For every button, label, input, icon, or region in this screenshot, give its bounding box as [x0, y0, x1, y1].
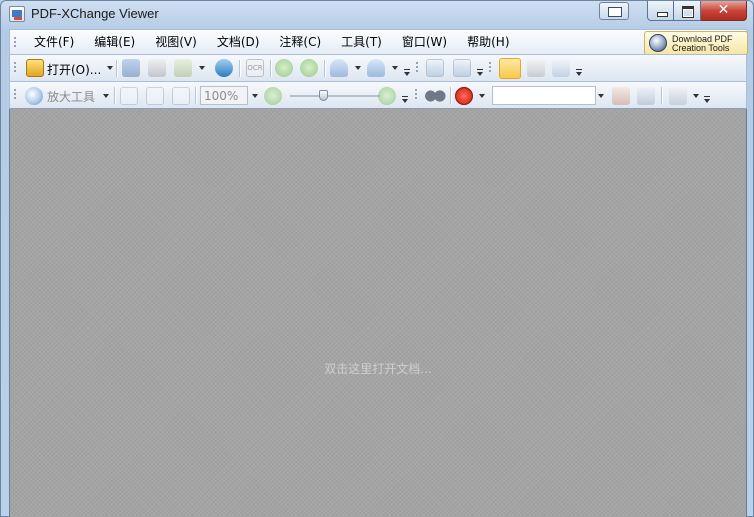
ocr-icon[interactable]: OCR	[246, 59, 264, 77]
print-icon[interactable]	[148, 59, 166, 77]
redo-dropdown-arrow[interactable]	[392, 66, 398, 70]
comment-tools-dropdown-arrow[interactable]	[693, 94, 699, 98]
export-icon[interactable]	[174, 59, 192, 77]
menu-view[interactable]: 视图(V)	[145, 30, 207, 54]
menu-file[interactable]: 文件(F)	[24, 30, 84, 54]
zoom-level-dropdown-arrow[interactable]	[252, 94, 258, 98]
download-pdf-tools-button[interactable]: Download PDF Creation Tools	[644, 31, 748, 55]
binoculars-icon[interactable]	[424, 87, 446, 105]
menu-edit[interactable]: 编辑(E)	[84, 30, 145, 54]
zoom-level-combo[interactable]: 100%	[200, 86, 248, 105]
toolbar-grip-3[interactable]	[488, 61, 492, 74]
secondary-toolbar: 放大工具 100%	[9, 81, 747, 109]
forward-icon[interactable]	[300, 59, 318, 77]
open-dropdown-arrow[interactable]	[107, 66, 113, 70]
menu-bar: 文件(F) 编辑(E) 视图(V) 文档(D) 注释(C) 工具(T) 窗口(W…	[9, 29, 748, 55]
select-text-icon[interactable]	[552, 59, 570, 77]
toolbar2-overflow-1[interactable]	[402, 96, 408, 103]
toolbar-grip[interactable]	[13, 61, 17, 74]
actual-size-icon[interactable]	[120, 87, 138, 105]
fit-width-icon[interactable]	[172, 87, 190, 105]
title-bar[interactable]: PDF-XChange Viewer ✕	[1, 1, 753, 27]
menu-document[interactable]: 文档(D)	[207, 30, 270, 54]
maximize-button[interactable]	[674, 1, 701, 21]
menubar-grip[interactable]	[13, 36, 17, 49]
save-icon[interactable]	[122, 59, 140, 77]
switch-window-icon[interactable]	[599, 2, 629, 20]
toolbar2-grip-2[interactable]	[414, 88, 418, 101]
menu-comments[interactable]: 注释(C)	[269, 30, 331, 54]
app-icon[interactable]	[9, 6, 25, 22]
toolbar2-overflow-2[interactable]	[704, 96, 710, 103]
toolbar-overflow-1[interactable]	[404, 69, 410, 76]
rotate-left-icon[interactable]	[426, 59, 444, 77]
close-icon: ✕	[717, 2, 730, 18]
export-dropdown-arrow[interactable]	[199, 66, 205, 70]
search-input[interactable]	[492, 86, 596, 105]
undo-dropdown-arrow[interactable]	[355, 66, 361, 70]
open-document-hint[interactable]: 双击这里打开文档...	[10, 360, 746, 377]
zoom-slider[interactable]	[290, 90, 380, 101]
menu-tools[interactable]: 工具(T)	[331, 30, 392, 54]
search-engine-dropdown-arrow[interactable]	[479, 94, 485, 98]
zoom-tool-dropdown-arrow[interactable]	[103, 94, 109, 98]
fit-page-icon[interactable]	[146, 87, 164, 105]
search-next-icon[interactable]	[637, 87, 655, 105]
rotate-right-icon[interactable]	[453, 59, 471, 77]
redo-icon[interactable]	[367, 59, 385, 77]
open-folder-icon[interactable]	[26, 59, 44, 77]
caption-buttons: ✕	[647, 1, 747, 21]
toolbar-overflow-3[interactable]	[576, 69, 582, 76]
close-button[interactable]: ✕	[701, 1, 747, 21]
menu-help[interactable]: 帮助(H)	[457, 30, 519, 54]
download-line2: Creation Tools	[672, 43, 730, 53]
menu-items: 文件(F) 编辑(E) 视图(V) 文档(D) 注释(C) 工具(T) 窗口(W…	[24, 30, 520, 54]
zoom-in-tool-icon[interactable]	[25, 87, 43, 105]
minimize-button[interactable]	[647, 1, 674, 21]
window-title: PDF-XChange Viewer	[31, 6, 159, 21]
menu-window[interactable]: 窗口(W)	[392, 30, 457, 54]
zoom-tool-label[interactable]: 放大工具	[47, 88, 95, 105]
document-area[interactable]: 双击这里打开文档...	[9, 109, 747, 517]
back-icon[interactable]	[275, 59, 293, 77]
search-dropdown-arrow[interactable]	[598, 94, 604, 98]
ask-search-icon[interactable]	[455, 87, 473, 105]
open-button-label[interactable]: 打开(O)...	[47, 61, 101, 78]
undo-icon[interactable]	[330, 59, 348, 77]
zoom-level-value: 100%	[204, 89, 239, 103]
scan-icon[interactable]	[215, 59, 233, 77]
snapshot-icon[interactable]	[527, 59, 545, 77]
toolbar-overflow-2[interactable]	[477, 69, 483, 76]
toolbar-grip-2[interactable]	[415, 61, 419, 74]
toolbar2-grip[interactable]	[13, 88, 17, 101]
zoom-slider-thumb[interactable]	[319, 90, 328, 101]
app-window: PDF-XChange Viewer ✕ 文件(F) 编辑(E) 视图(V) 文…	[0, 0, 754, 517]
zoom-out-icon[interactable]	[264, 87, 282, 105]
comment-tools-icon[interactable]	[669, 87, 687, 105]
main-toolbar: 打开(O)... OCR	[9, 54, 747, 81]
hand-tool-icon[interactable]	[499, 58, 521, 79]
zoom-in-icon[interactable]	[378, 87, 396, 105]
search-prev-icon[interactable]	[612, 87, 630, 105]
globe-cursor-icon	[649, 34, 667, 52]
